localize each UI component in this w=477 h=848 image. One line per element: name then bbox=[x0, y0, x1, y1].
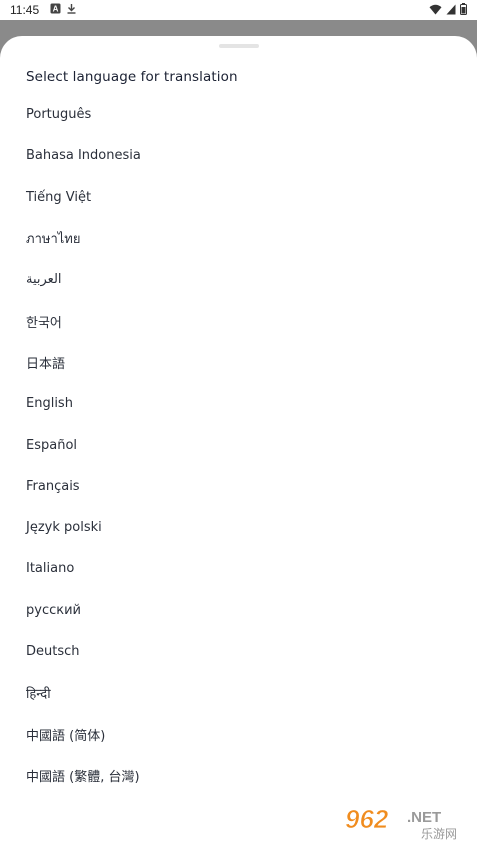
language-option[interactable]: Italiano bbox=[0, 548, 477, 589]
watermark-suffix: .NET bbox=[407, 809, 441, 826]
language-option[interactable]: 中國語 (简体) bbox=[0, 713, 477, 754]
language-option[interactable]: русский bbox=[0, 590, 477, 631]
drag-handle[interactable] bbox=[219, 44, 259, 48]
status-bar: 11:45 A bbox=[0, 0, 477, 20]
language-option[interactable]: Bahasa Indonesia bbox=[0, 135, 477, 176]
status-right-icons bbox=[429, 3, 467, 15]
language-option[interactable]: Português bbox=[0, 94, 477, 135]
signal-icon bbox=[446, 4, 456, 14]
wifi-icon bbox=[429, 4, 442, 14]
language-option[interactable]: 日本語 bbox=[0, 342, 477, 383]
watermark-logo: 962 .NET 乐游网 bbox=[345, 804, 457, 841]
language-option[interactable]: Français bbox=[0, 466, 477, 507]
language-option[interactable]: ภาษาไทย bbox=[0, 218, 477, 259]
status-time: 11:45 bbox=[10, 3, 40, 17]
language-option[interactable]: 中國語 (繁體, 台灣) bbox=[0, 755, 477, 796]
language-option[interactable]: Deutsch bbox=[0, 631, 477, 672]
language-option[interactable]: 한국어 bbox=[0, 300, 477, 341]
language-option[interactable]: हिन्दी bbox=[0, 672, 477, 713]
svg-text:A: A bbox=[53, 5, 59, 14]
language-option[interactable]: العربية bbox=[0, 259, 477, 300]
download-icon bbox=[67, 4, 76, 14]
language-option[interactable]: Español bbox=[0, 424, 477, 465]
sheet-title: Select language for translation bbox=[26, 69, 238, 85]
language-option[interactable]: English bbox=[0, 383, 477, 424]
watermark-cn: 乐游网 bbox=[421, 827, 457, 841]
language-list: Português Bahasa Indonesia Tiếng Việt ภาษาไ… bbox=[0, 94, 477, 796]
language-option[interactable]: Język polski bbox=[0, 507, 477, 548]
language-option[interactable]: Tiếng Việt bbox=[0, 177, 477, 218]
watermark-number: 962 bbox=[345, 804, 389, 834]
battery-icon bbox=[460, 3, 467, 15]
language-bottom-sheet: Select language for translation Portuguê… bbox=[0, 36, 477, 848]
a-notification-icon: A bbox=[50, 3, 61, 14]
